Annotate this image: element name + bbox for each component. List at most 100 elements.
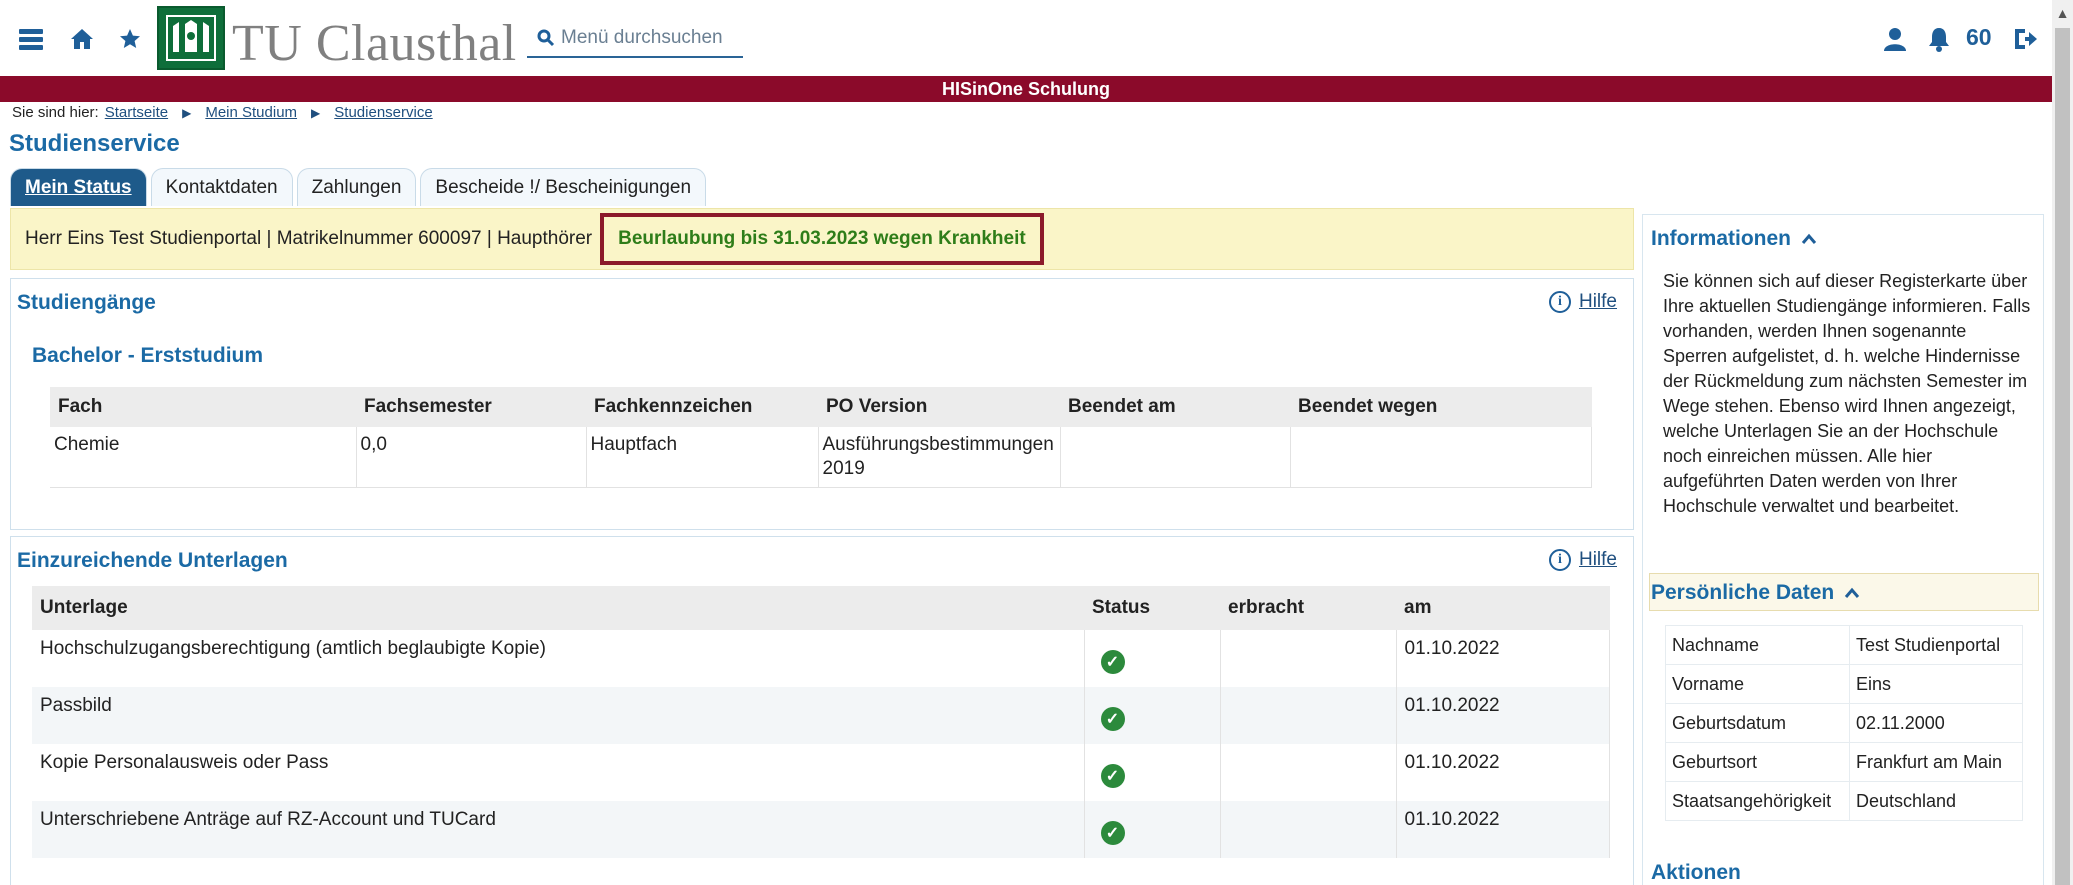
star-favorite-icon[interactable] [115, 24, 145, 54]
table-row: Passbild ✓ 01.10.2022 [32, 687, 1610, 744]
scrollbar-thumb[interactable] [2055, 28, 2070, 885]
table-cell [1220, 630, 1397, 687]
personal-data-toggle[interactable]: Persönliche Daten [1651, 581, 1860, 605]
info-section-text: Sie können sich auf dieser Registerkarte… [1663, 271, 2031, 516]
search-icon [537, 29, 555, 47]
table-cell: Chemie [50, 427, 357, 488]
personal-data-value: Test Studienportal [1849, 625, 2023, 665]
tab-kontaktdaten[interactable]: Kontaktdaten [150, 168, 293, 206]
column-header: Fach [50, 387, 356, 427]
table-cell [1060, 427, 1291, 488]
breadcrumb-link-studienservice[interactable]: Studienservice [334, 104, 432, 121]
check-icon: ✓ [1100, 821, 1125, 845]
chevron-up-icon [1801, 233, 1817, 244]
column-header: Beendet am [1060, 387, 1290, 427]
tab-mein-status[interactable]: Mein Status [10, 168, 147, 206]
chevron-up-icon [1845, 587, 1860, 598]
table-cell: Passbild [32, 687, 1085, 744]
top-navigation-bar: TU Clausthal 60 [0, 0, 2052, 76]
actions-section-title[interactable]: Aktionen [1651, 861, 1741, 885]
unterlagen-help-link[interactable]: i Hilfe [1548, 549, 1617, 571]
info-icon: i [1548, 549, 1571, 571]
breadcrumb-prefix: Sie sind hier: [12, 104, 99, 121]
student-info-text: Herr Eins Test Studienportal | Matrikeln… [25, 228, 593, 249]
table-cell: 01.10.2022 [1396, 630, 1610, 687]
table-cell: 01.10.2022 [1396, 687, 1610, 744]
breadcrumb-link-mein-studium[interactable]: Mein Studium [205, 104, 297, 121]
column-header: Beendet wegen [1290, 387, 1592, 427]
leave-of-absence-status: Beurlaubung bis 31.03.2023 wegen Krankhe… [600, 213, 1044, 265]
table-row: Chemie 0,0 Hauptfach Ausführungsbestimmu… [50, 427, 1592, 488]
column-header: PO Version [818, 387, 1060, 427]
breadcrumb-link-startseite[interactable]: Startseite [105, 104, 168, 121]
personal-data-label: Geburtsdatum [1665, 703, 1850, 743]
unterlagen-title: Einzureichende Unterlagen [17, 549, 288, 572]
home-icon[interactable] [67, 24, 97, 54]
table-row: Unterschriebene Anträge auf RZ-Account u… [32, 801, 1610, 858]
university-logo-text[interactable]: TU Clausthal [232, 18, 517, 70]
table-cell [1220, 744, 1397, 801]
info-icon: i [1548, 291, 1571, 313]
student-status-bar: Herr Eins Test Studienportal | Matrikeln… [10, 208, 1634, 270]
chevron-right-icon: ▶ [311, 105, 321, 120]
personal-data-row: Staatsangehörigkeit Deutschland [1665, 781, 2023, 821]
table-row: Kopie Personalausweis oder Pass ✓ 01.10.… [32, 744, 1610, 801]
info-section-toggle[interactable]: Informationen [1651, 227, 1817, 251]
personal-data-value: Deutschland [1849, 781, 2023, 821]
personal-data-value: 02.11.2000 [1849, 703, 2023, 743]
table-row: Hochschulzugangsberechtigung (amtlich be… [32, 630, 1610, 687]
sidebar-panel: Informationen Sie können sich auf dieser… [1642, 214, 2044, 885]
table-cell: Kopie Personalausweis oder Pass [32, 744, 1085, 801]
personal-data-title: Persönliche Daten [1651, 581, 1835, 604]
column-header: am [1396, 586, 1610, 630]
page-scrollbar[interactable]: ▲ [2052, 0, 2073, 885]
help-label: Hilfe [1578, 549, 1617, 570]
status-cell: ✓ [1084, 744, 1221, 801]
unterlagen-table: Unterlage Status erbracht am Hochschulzu… [32, 586, 1610, 858]
studiengaenge-title: Studiengänge [17, 291, 156, 314]
status-cell: ✓ [1084, 801, 1221, 858]
notification-bell-icon[interactable] [1924, 24, 1954, 54]
column-header: Status [1084, 586, 1220, 630]
personal-data-row: Nachname Test Studienportal [1665, 625, 2023, 665]
degree-program-title: Bachelor - Erststudium [32, 344, 264, 367]
chevron-right-icon: ▶ [182, 105, 192, 120]
personal-data-row: Geburtsdatum 02.11.2000 [1665, 703, 2023, 743]
table-cell: Unterschriebene Anträge auf RZ-Account u… [32, 801, 1085, 858]
tab-zahlungen[interactable]: Zahlungen [296, 168, 417, 206]
logout-icon[interactable] [2010, 24, 2040, 54]
personal-data-label: Geburtsort [1665, 742, 1850, 782]
table-header-row: Unterlage Status erbracht am [32, 586, 1610, 630]
check-icon: ✓ [1100, 764, 1125, 788]
menu-search-input[interactable] [561, 27, 741, 49]
help-label: Hilfe [1578, 291, 1617, 312]
table-cell: 0,0 [356, 427, 587, 488]
studiengaenge-help-link[interactable]: i Hilfe [1548, 291, 1617, 313]
personal-data-row: Geburtsort Frankfurt am Main [1665, 742, 2023, 782]
table-cell: 01.10.2022 [1396, 744, 1610, 801]
table-cell [1220, 687, 1397, 744]
column-header: Fachkennzeichen [586, 387, 818, 427]
tab-bescheide[interactable]: Bescheide !/ Bescheinigungen [420, 168, 707, 206]
check-icon: ✓ [1100, 650, 1125, 674]
status-cell: ✓ [1084, 630, 1221, 687]
page-title: Studienservice [9, 130, 180, 157]
table-cell: Hochschulzugangsberechtigung (amtlich be… [32, 630, 1085, 687]
table-cell [1290, 427, 1592, 488]
user-profile-icon[interactable] [1880, 24, 1910, 54]
table-cell: Ausführungsbestimmungen 2019 [818, 427, 1061, 488]
column-header: Fachsemester [356, 387, 586, 427]
table-header-row: Fach Fachsemester Fachkennzeichen PO Ver… [50, 387, 1592, 427]
personal-data-label: Nachname [1665, 625, 1850, 665]
check-icon: ✓ [1100, 707, 1125, 731]
personal-data-row: Vorname Eins [1665, 664, 2023, 704]
hamburger-menu-icon[interactable] [16, 24, 46, 54]
personal-data-value: Eins [1849, 664, 2023, 704]
table-cell [1220, 801, 1397, 858]
column-header: Unterlage [32, 586, 1084, 630]
scroll-up-arrow-icon[interactable]: ▲ [2055, 4, 2070, 22]
studiengaenge-table: Fach Fachsemester Fachkennzeichen PO Ver… [50, 387, 1592, 488]
notification-count[interactable]: 60 [1966, 24, 1992, 51]
menu-search-box[interactable] [527, 20, 743, 58]
university-logo-emblem[interactable] [157, 6, 225, 70]
